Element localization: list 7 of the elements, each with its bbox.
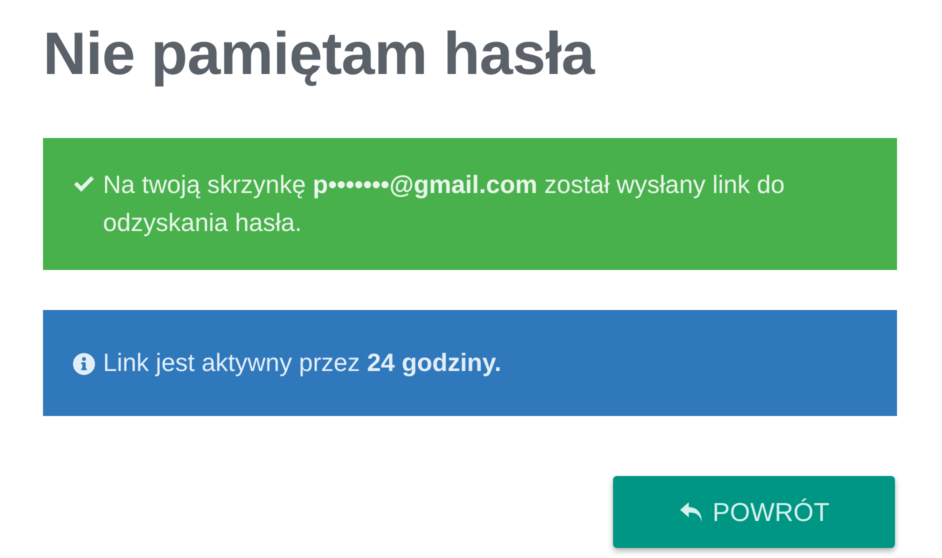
check-icon [73, 175, 95, 193]
info-icon [73, 353, 95, 375]
alert-text: Link jest aktywny przez 24 godziny. [103, 348, 502, 379]
back-button[interactable]: POWRÓT [613, 476, 895, 548]
alert-text: Na twoją skrzynkę p•••••••@gmail.com został wysłany link do odzyskania hasła. [103, 170, 786, 239]
page-title: Nie pamiętam hasła [43, 19, 596, 89]
reply-icon [678, 501, 704, 523]
